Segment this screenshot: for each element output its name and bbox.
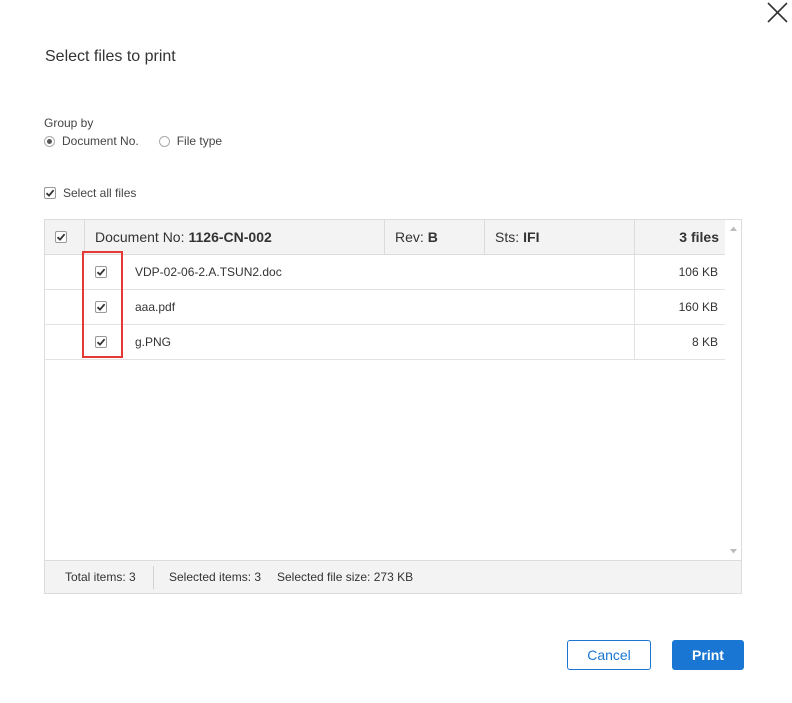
file-size: 8 KB — [691, 335, 718, 349]
header-sts: Sts: IFI — [495, 220, 539, 254]
group-checkbox[interactable] — [55, 231, 67, 243]
dialog-title: Select files to print — [45, 48, 176, 65]
header-document-no: Document No: 1126-CN-002 — [95, 220, 272, 254]
file-name: aaa.pdf — [135, 300, 176, 314]
checkbox-highlight-box — [82, 251, 123, 358]
select-all-checkbox[interactable] — [44, 187, 56, 199]
print-button[interactable]: Print — [672, 640, 744, 670]
radio-selected-icon[interactable] — [44, 135, 55, 147]
cancel-button[interactable]: Cancel — [567, 640, 651, 670]
grid-footer: Total items: 3 Selected items: 3 Selecte… — [45, 560, 741, 593]
doc-no-label: Document No: — [95, 229, 185, 245]
radio-unselected-icon[interactable] — [158, 135, 170, 147]
close-icon[interactable] — [764, 0, 792, 26]
group-by-options: Document No. File type — [44, 133, 242, 149]
header-checkbox-cell — [55, 220, 67, 254]
file-size: 106 KB — [678, 265, 718, 279]
radio-document-no[interactable]: Document No. — [44, 134, 139, 148]
group-by-label: Group by — [44, 116, 94, 130]
radio-file-type[interactable]: File type — [158, 134, 223, 148]
rev-value: B — [427, 229, 438, 245]
table-row[interactable]: aaa.pdf 160 KB — [45, 290, 725, 325]
select-all-files[interactable]: Select all files — [44, 186, 136, 200]
rev-label: Rev: — [395, 229, 424, 245]
file-size: 160 KB — [678, 300, 718, 314]
sts-value: IFI — [523, 229, 540, 245]
selected-items: Selected items: 3 — [169, 570, 262, 584]
table-row[interactable]: VDP-02-06-2.A.TSUN2.doc 106 KB — [45, 255, 725, 290]
files-count: 3 files — [679, 229, 719, 245]
file-name: VDP-02-06-2.A.TSUN2.doc — [135, 265, 282, 279]
radio-document-no-label: Document No. — [62, 134, 139, 148]
selected-file-size: Selected file size: 273 KB — [277, 570, 414, 584]
doc-no-value: 1126-CN-002 — [188, 229, 272, 245]
radio-file-type-label: File type — [176, 134, 223, 148]
vertical-scrollbar[interactable] — [725, 220, 741, 560]
select-all-label: Select all files — [63, 186, 137, 200]
header-rev: Rev: B — [395, 220, 438, 254]
table-row[interactable]: g.PNG 8 KB — [45, 325, 725, 360]
total-items: Total items: 3 — [65, 570, 136, 584]
files-grid: Document No: 1126-CN-002 Rev: B Sts: IFI… — [44, 219, 742, 594]
sts-label: Sts: — [495, 229, 520, 245]
grid-group-header: Document No: 1126-CN-002 Rev: B Sts: IFI… — [45, 220, 725, 255]
file-name: g.PNG — [135, 335, 172, 349]
